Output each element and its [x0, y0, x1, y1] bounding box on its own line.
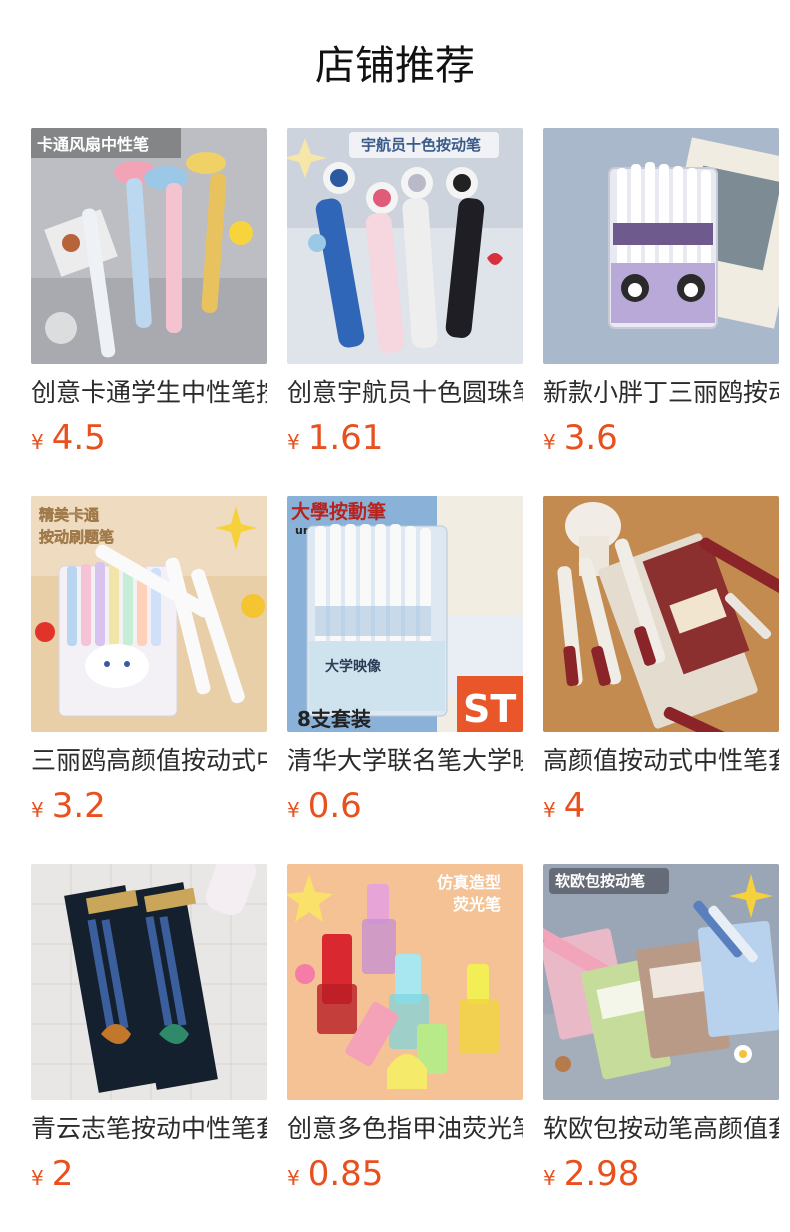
- image-caption: 软欧包按动笔: [555, 872, 645, 890]
- red-pen-set-product-image[interactable]: [543, 496, 779, 732]
- product-card[interactable]: 大學按動筆 universitygel pen 大学映像 8支套装 ST 清华大…: [287, 496, 523, 836]
- currency-symbol: ¥: [31, 430, 44, 454]
- currency-symbol: ¥: [31, 798, 44, 822]
- product-name[interactable]: 创意卡通学生中性笔按动: [31, 376, 267, 410]
- product-card[interactable]: 软欧包按动笔 软欧包按动笔高颜值套装 ¥2.98: [543, 864, 779, 1204]
- product-card[interactable]: 宇航员十色按动笔 创意宇航员十色圆珠笔 ¥1.61: [287, 128, 523, 468]
- product-name[interactable]: 创意宇航员十色圆珠笔: [287, 376, 523, 410]
- price-value: 0.85: [307, 1154, 384, 1194]
- svg-text:大学映像: 大学映像: [325, 658, 382, 675]
- price-value: 4.5: [51, 418, 106, 458]
- image-caption-line1: 大學按動筆: [291, 500, 386, 523]
- product-price: ¥4.5: [31, 416, 106, 460]
- product-price: ¥2: [31, 1152, 73, 1196]
- product-card[interactable]: 精美卡通 按动刷题笔 三丽鸥高颜值按动式中性笔: [31, 496, 267, 836]
- image-caption-line2: 按动刷题笔: [39, 528, 114, 546]
- price-value: 3.2: [51, 786, 106, 826]
- currency-symbol: ¥: [287, 1166, 300, 1190]
- price-value: 2.98: [563, 1154, 640, 1194]
- astronaut-pen-product-image[interactable]: 宇航员十色按动笔: [287, 128, 523, 364]
- product-price: ¥2.98: [543, 1152, 639, 1196]
- sanrio-pen-box-product-image[interactable]: 精美卡通 按动刷题笔: [31, 496, 267, 732]
- product-name[interactable]: 高颜值按动式中性笔套装: [543, 744, 779, 778]
- fan-pen-product-image[interactable]: 卡通风扇中性笔: [31, 128, 267, 364]
- product-name[interactable]: 青云志笔按动中性笔套装: [31, 1112, 267, 1146]
- price-value: 3.6: [563, 418, 618, 458]
- image-caption-line2: 荧光笔: [453, 895, 501, 914]
- currency-symbol: ¥: [287, 798, 300, 822]
- product-name[interactable]: 软欧包按动笔高颜值套装: [543, 1112, 779, 1146]
- kuromi-pen-box-product-image[interactable]: [543, 128, 779, 364]
- price-value: 4: [563, 786, 586, 826]
- image-caption-line1: 仿真造型: [437, 873, 501, 892]
- university-pen-set-product-image[interactable]: 大學按動筆 universitygel pen 大学映像 8支套装 ST: [287, 496, 523, 732]
- currency-symbol: ¥: [543, 1166, 556, 1190]
- price-value: 1.61: [307, 418, 384, 458]
- product-name[interactable]: 清华大学联名笔大学映像: [287, 744, 523, 778]
- image-caption-line3: 8支套装: [297, 707, 371, 731]
- svg-text:ST: ST: [463, 687, 516, 731]
- bread-pen-box-product-image[interactable]: 软欧包按动笔: [543, 864, 779, 1100]
- product-price: ¥1.61: [287, 416, 383, 460]
- currency-symbol: ¥: [287, 430, 300, 454]
- product-card[interactable]: 青云志笔按动中性笔套装 ¥2: [31, 864, 267, 1204]
- product-name[interactable]: 新款小胖丁三丽鸥按动笔: [543, 376, 779, 410]
- product-card[interactable]: 高颜值按动式中性笔套装 ¥4: [543, 496, 779, 836]
- currency-symbol: ¥: [543, 430, 556, 454]
- product-card[interactable]: 卡通风扇中性笔 创意卡通学生中性笔按动 ¥4.5: [31, 128, 267, 468]
- product-price: ¥3.2: [31, 784, 106, 828]
- image-caption: 卡通风扇中性笔: [37, 135, 149, 154]
- price-value: 2: [51, 1154, 74, 1194]
- product-price: ¥4: [543, 784, 585, 828]
- image-caption-line1: 精美卡通: [39, 506, 99, 524]
- currency-symbol: ¥: [543, 798, 556, 822]
- price-value: 0.6: [307, 786, 362, 826]
- qingyunzhi-pen-pack-product-image[interactable]: [31, 864, 267, 1100]
- product-price: ¥0.6: [287, 784, 362, 828]
- currency-symbol: ¥: [31, 1166, 44, 1190]
- image-caption: 宇航员十色按动笔: [361, 136, 481, 154]
- product-card[interactable]: 仿真造型 荧光笔 创意多色指甲油荧光笔 ¥0.85: [287, 864, 523, 1204]
- page-title: 店铺推荐: [315, 43, 475, 89]
- product-card[interactable]: 新款小胖丁三丽鸥按动笔 ¥3.6: [543, 128, 779, 468]
- product-price: ¥3.6: [543, 416, 618, 460]
- nail-polish-highlighter-product-image[interactable]: 仿真造型 荧光笔: [287, 864, 523, 1100]
- product-price: ¥0.85: [287, 1152, 383, 1196]
- product-name[interactable]: 创意多色指甲油荧光笔: [287, 1112, 523, 1146]
- product-name[interactable]: 三丽鸥高颜值按动式中性笔: [31, 744, 267, 778]
